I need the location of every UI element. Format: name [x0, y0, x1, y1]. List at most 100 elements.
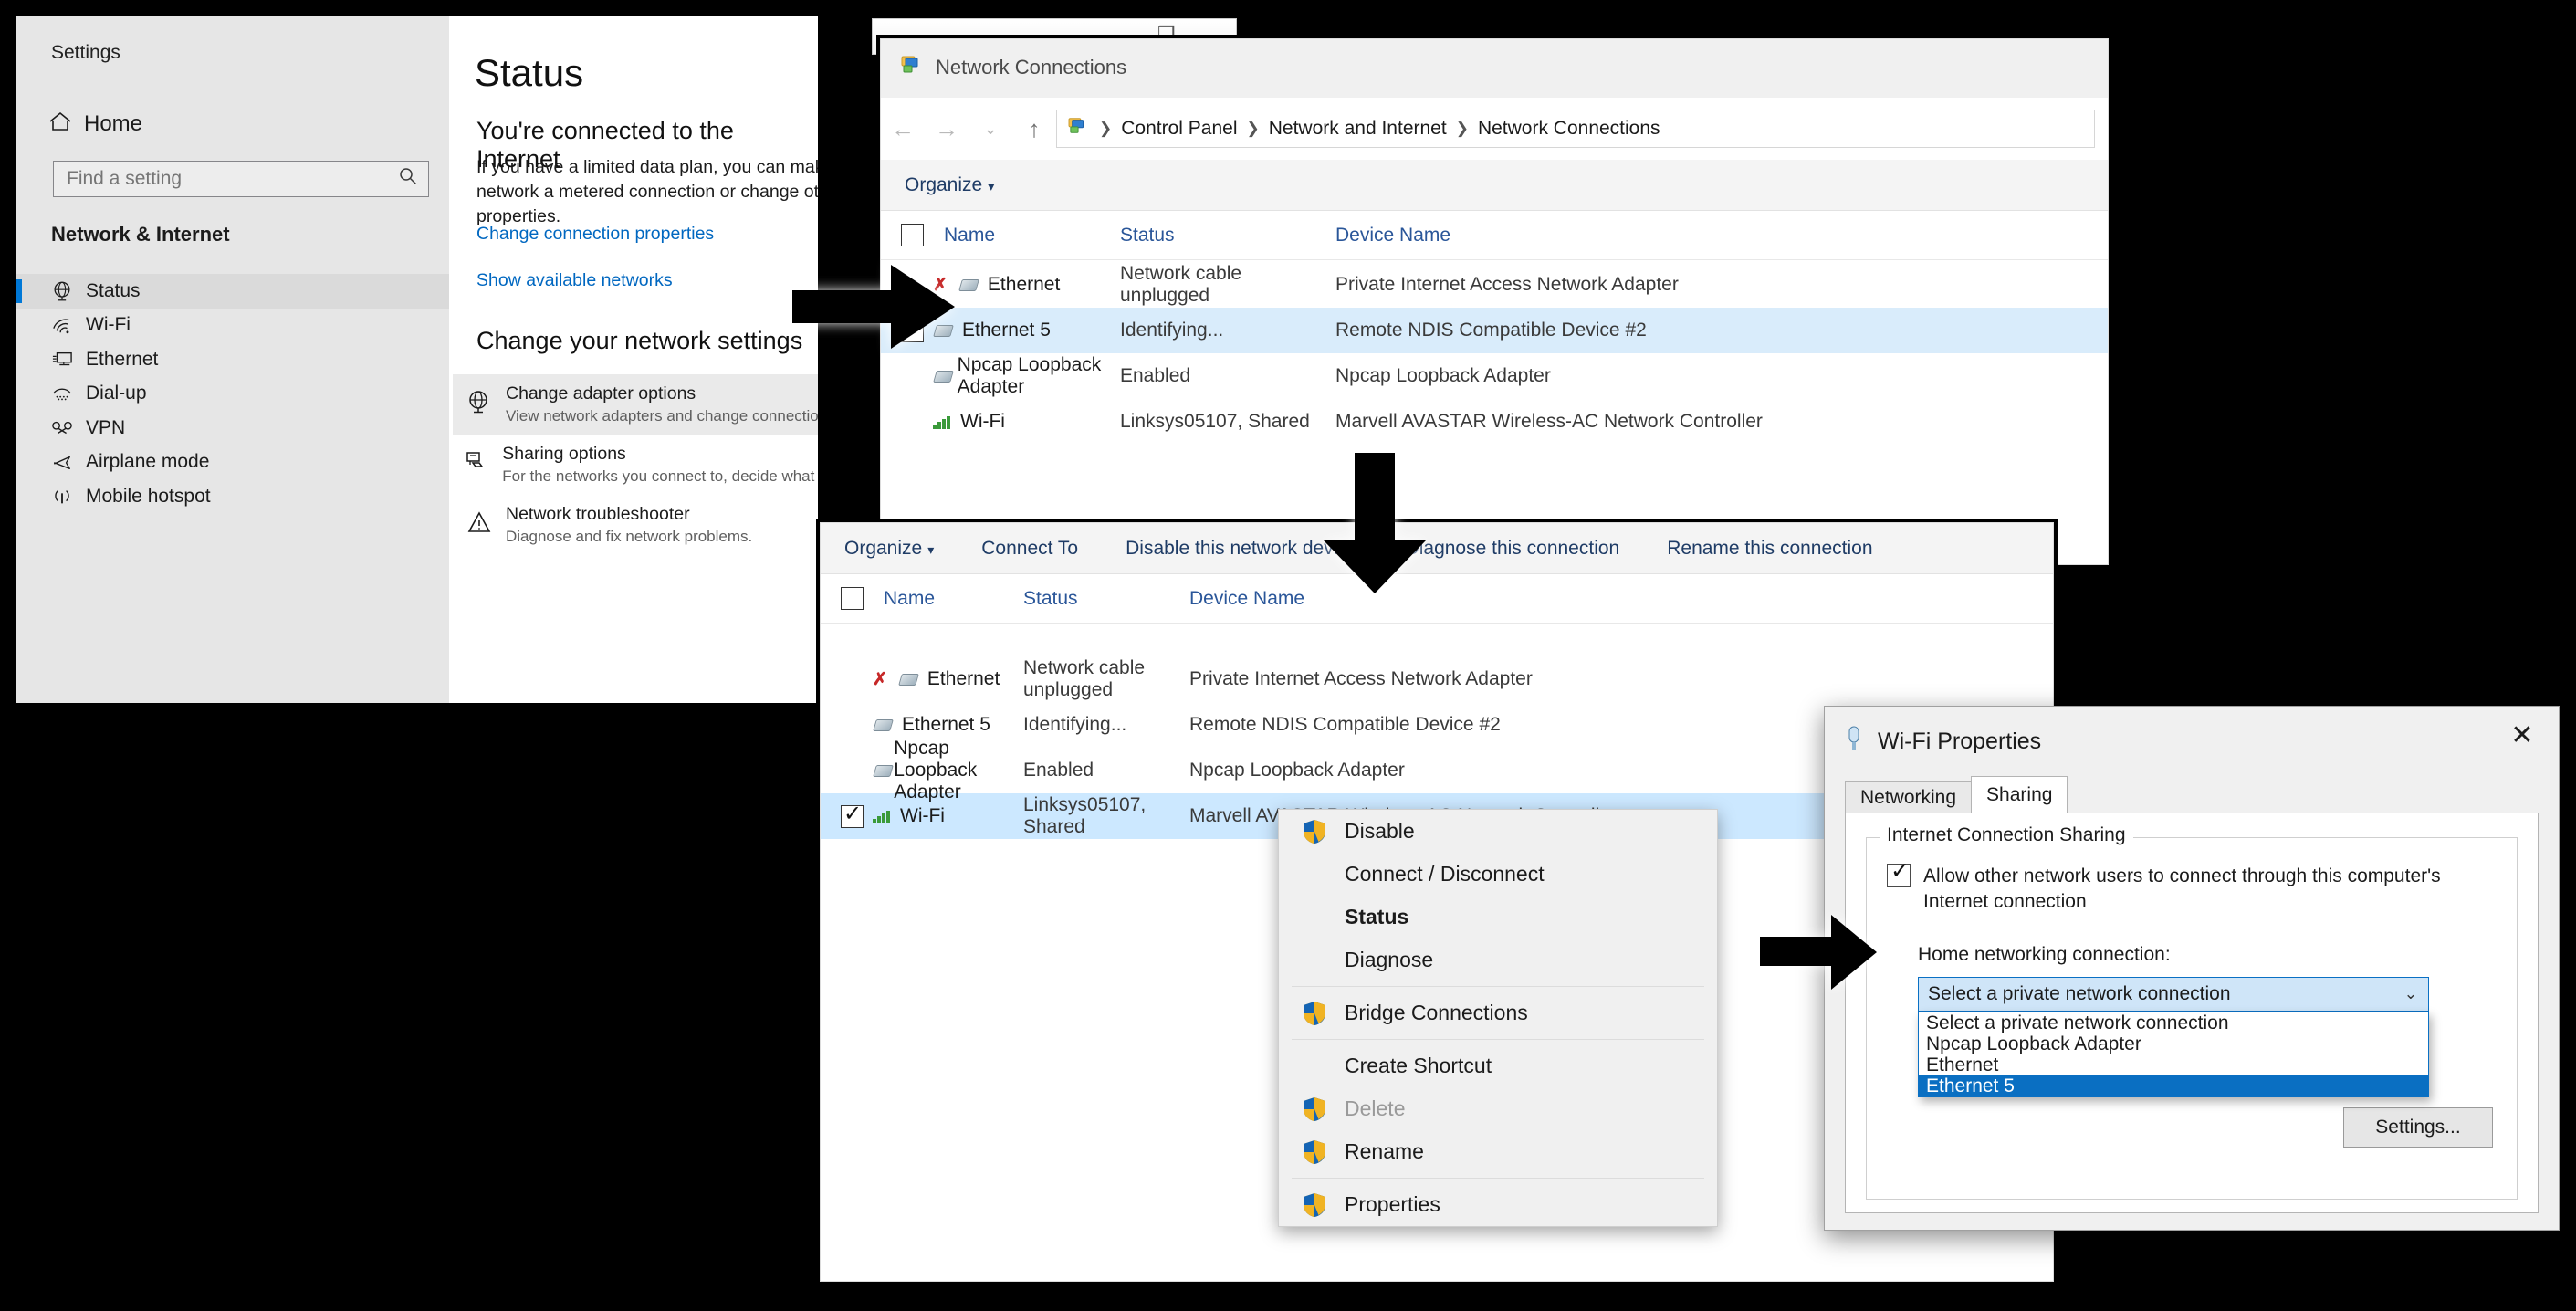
option-sharing-options[interactable]: Sharing options For the networks you con…	[453, 435, 818, 495]
command-connect-to[interactable]: Connect To	[958, 538, 1102, 560]
breadcrumb[interactable]: ❯ Control Panel ❯ Network and Internet ❯…	[1056, 110, 2095, 148]
column-header-bottom: Name Status Device Name	[821, 574, 2053, 624]
dialog-title: Wi-Fi Properties	[1845, 725, 2041, 759]
column-name[interactable]: Name	[884, 588, 935, 610]
chevron-down-icon[interactable]: ⌄	[2404, 985, 2417, 1003]
hotspot-icon	[38, 487, 86, 507]
tab-networking[interactable]: Networking	[1845, 781, 1972, 813]
row-status: Linksys05107, Shared	[1120, 411, 1335, 433]
sidebar-item-home[interactable]: Home	[37, 100, 438, 148]
breadcrumb-item-network-connections[interactable]: Network Connections	[1478, 118, 1660, 140]
column-device-name[interactable]: Device Name	[1189, 588, 1304, 610]
dropdown-option-npcap-loopback-adapter[interactable]: Npcap Loopback Adapter	[1919, 1033, 2428, 1054]
sidebar-item-airplane-mode[interactable]: Airplane mode	[16, 446, 449, 480]
sidebar-item-label: Airplane mode	[86, 451, 209, 473]
menu-item-connect-disconnect[interactable]: Connect / Disconnect	[1279, 853, 1717, 896]
sidebar-item-vpn[interactable]: VPN	[16, 411, 449, 446]
uac-shield-icon	[1303, 1192, 1326, 1218]
sidebar-item-dial-up[interactable]: Dial-up	[16, 377, 449, 412]
sidebar-item-wi-fi[interactable]: Wi-Fi	[16, 309, 449, 343]
dropdown-option-ethernet[interactable]: Ethernet	[1919, 1054, 2428, 1075]
sidebar-item-ethernet[interactable]: Ethernet	[16, 342, 449, 377]
row-checkbox[interactable]	[841, 805, 864, 828]
forward-arrow-icon[interactable]: →	[925, 115, 969, 143]
wifi-properties-dialog: Wi-Fi Properties ✕ Networking Sharing In…	[1824, 706, 2560, 1231]
command-rename-this-connection[interactable]: Rename this connection	[1643, 538, 1896, 560]
table-row[interactable]: Npcap Loopback AdapterEnabledNpcap Loopb…	[881, 353, 2108, 399]
menu-item-status[interactable]: Status	[1279, 896, 1717, 939]
row-status: Network cable unplugged	[1120, 263, 1335, 307]
option-change-adapter-options[interactable]: Change adapter options View network adap…	[453, 374, 818, 435]
settings-window: Settings Home Network & Internet StatusW…	[16, 16, 818, 703]
window-title: Network Connections	[901, 54, 1126, 81]
select-all-checkbox[interactable]	[841, 587, 864, 610]
menu-item-rename[interactable]: Rename	[1279, 1130, 1717, 1173]
menu-item-diagnose[interactable]: Diagnose	[1279, 939, 1717, 981]
command-organize[interactable]: Organize▾	[821, 538, 958, 560]
breadcrumb-item-control-panel[interactable]: Control Panel	[1121, 118, 1237, 140]
table-row[interactable]: Wi-FiLinksys05107, SharedMarvell AVASTAR…	[881, 399, 2108, 445]
network-adapter-icon	[1845, 725, 1863, 759]
sidebar-item-label: Status	[86, 280, 141, 302]
table-row[interactable]: ✗EthernetNetwork cable unpluggedPrivate …	[881, 262, 2108, 308]
command-bar-top: Organize▾	[881, 160, 2108, 211]
menu-item-label: Delete	[1345, 1096, 1405, 1121]
sidebar-item-label: Ethernet	[86, 349, 158, 371]
row-device-name: Remote NDIS Compatible Device #2	[1189, 714, 1501, 736]
sidebar-item-label: Mobile hotspot	[86, 486, 211, 508]
select-all-checkbox[interactable]	[901, 224, 924, 246]
connection-list-top: ✗EthernetNetwork cable unpluggedPrivate …	[881, 262, 2108, 445]
breadcrumb-item-network-and-internet[interactable]: Network and Internet	[1269, 118, 1447, 140]
allow-sharing-row[interactable]: Allow other network users to connect thr…	[1887, 864, 2498, 914]
sidebar-item-status[interactable]: Status	[16, 274, 449, 309]
column-status[interactable]: Status	[1023, 588, 1189, 610]
menu-item-label: Status	[1345, 905, 1408, 929]
settings-app-title: Settings	[51, 42, 120, 64]
search-icon[interactable]	[388, 167, 428, 191]
network-connections-icon	[901, 54, 925, 81]
organize-button[interactable]: Organize▾	[881, 174, 1018, 196]
link-change-connection-properties[interactable]: Change connection properties	[476, 224, 714, 245]
search-input[interactable]	[54, 168, 388, 190]
table-row[interactable]: Ethernet 5Identifying...Remote NDIS Comp…	[881, 308, 2108, 353]
option-subtitle: View network adapters and change connect…	[506, 407, 818, 425]
settings-button[interactable]: Settings...	[2343, 1107, 2493, 1148]
menu-item-disable[interactable]: Disable	[1279, 810, 1717, 853]
dropdown-option-ethernet-5[interactable]: Ethernet 5	[1919, 1075, 2428, 1096]
option-network-troubleshooter[interactable]: Network troubleshooter Diagnose and fix …	[453, 495, 818, 555]
breadcrumb-root-icon	[1068, 116, 1090, 142]
dropdown-option-select-a-private-network-connection[interactable]: Select a private network connection	[1919, 1012, 2428, 1033]
row-name: Npcap Loopback Adapter	[958, 354, 1120, 398]
menu-item-properties[interactable]: Properties	[1279, 1183, 1717, 1226]
tab-sharing[interactable]: Sharing	[1971, 776, 2068, 813]
sidebar-item-mobile-hotspot[interactable]: Mobile hotspot	[16, 479, 449, 514]
breadcrumb-separator: ❯	[1247, 120, 1260, 138]
home-networking-combobox[interactable]: Select a private network connection ⌄	[1918, 977, 2429, 1012]
allow-sharing-checkbox[interactable]	[1887, 864, 1911, 887]
chevron-down-icon[interactable]: ⌄	[969, 120, 1012, 139]
table-row[interactable]: ✗EthernetNetwork cable unpluggedPrivate …	[821, 656, 2053, 702]
search-box[interactable]	[53, 161, 429, 197]
option-subtitle: Diagnose and fix network problems.	[506, 528, 752, 546]
sidebar-item-label: Dial-up	[86, 383, 147, 404]
column-status[interactable]: Status	[1120, 225, 1335, 246]
back-arrow-icon[interactable]: ←	[881, 115, 925, 143]
dialog-tabs: Networking Sharing	[1845, 778, 2539, 813]
adapter-icon	[873, 718, 893, 732]
link-show-available-networks[interactable]: Show available networks	[476, 270, 673, 291]
breadcrumb-separator: ❯	[1456, 120, 1469, 138]
close-icon[interactable]: ✕	[2502, 719, 2542, 751]
row-device-name: Remote NDIS Compatible Device #2	[1335, 320, 1647, 341]
menu-item-create-shortcut[interactable]: Create Shortcut	[1279, 1044, 1717, 1087]
up-arrow-icon[interactable]: ↑	[1012, 115, 1056, 143]
option-title: Network troubleshooter	[506, 504, 752, 525]
menu-item-bridge-connections[interactable]: Bridge Connections	[1279, 991, 1717, 1034]
sharing-tab-panel: Internet Connection Sharing Allow other …	[1845, 813, 2539, 1213]
home-networking-dropdown-list: Select a private network connectionNpcap…	[1918, 1012, 2429, 1097]
row-name: Ethernet 5	[902, 714, 990, 736]
globe-icon	[38, 280, 86, 302]
column-device-name[interactable]: Device Name	[1335, 225, 1450, 246]
column-name[interactable]: Name	[944, 225, 995, 246]
column-header-top: Name Status Device Name	[881, 211, 2108, 260]
row-status: Identifying...	[1023, 714, 1189, 736]
